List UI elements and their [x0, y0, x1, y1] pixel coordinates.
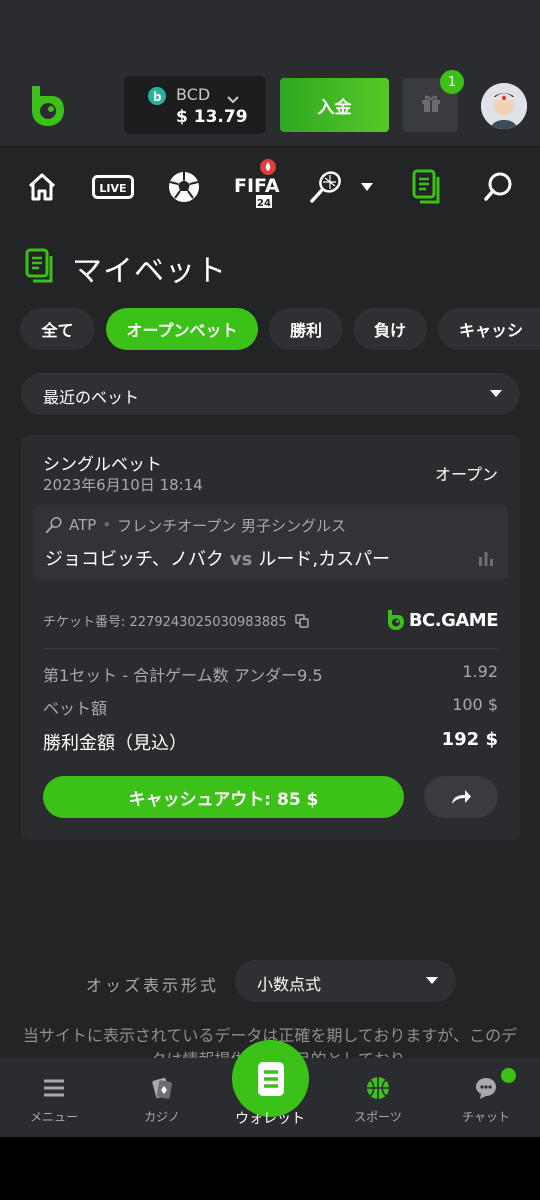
- chat-notification-dot: [501, 1068, 516, 1083]
- tennis-icon[interactable]: [306, 167, 346, 207]
- status-bar: [0, 0, 540, 66]
- menu-icon: [42, 1076, 66, 1100]
- wallet-balance: $ 13.79: [176, 107, 248, 127]
- home-team: ジョコビッチ、ノバク: [45, 549, 224, 570]
- coin-name: BCD: [176, 85, 211, 104]
- filter-all[interactable]: 全て: [20, 308, 95, 350]
- ticket-number-row: チケット番号: 2279243025030983885: [43, 611, 309, 630]
- odds-format-select[interactable]: 小数点式: [235, 960, 456, 1002]
- copy-icon[interactable]: [294, 613, 309, 628]
- bet-type: シングルベット: [43, 455, 162, 475]
- nav-wallet-label: ウォレット: [235, 1111, 305, 1127]
- nav-menu-label: メニュー: [29, 1110, 78, 1124]
- sport-name: ATP: [69, 516, 97, 534]
- gift-count-badge: 1: [440, 70, 464, 94]
- divider: [43, 648, 498, 649]
- payout-label: 勝利金額（見込）: [43, 733, 187, 754]
- soccer-icon[interactable]: [164, 167, 204, 207]
- bet-card: シングルベット 2023年6月10日 18:14 オープン ATP • フレンチ…: [21, 435, 520, 840]
- away-team: ルード,カスパー: [258, 549, 391, 570]
- nav-casino-label: カジノ: [144, 1110, 180, 1124]
- caret-down-icon: [426, 977, 438, 984]
- top-bar: b BCD $ 13.79 入金 1: [0, 66, 540, 146]
- bet-status: オープン: [434, 465, 498, 484]
- stake-label: ベット額: [43, 699, 108, 718]
- nav-sports[interactable]: スポーツ: [324, 1058, 432, 1137]
- bet-sort-dropdown[interactable]: 最近のベット: [21, 373, 520, 415]
- nav-sports-label: スポーツ: [354, 1110, 402, 1124]
- wallet-balance-selector[interactable]: b BCD $ 13.79: [124, 76, 266, 134]
- bets-icon[interactable]: [408, 167, 448, 207]
- basketball-icon: [366, 1076, 390, 1100]
- brand-text: BC.GAME: [408, 609, 499, 631]
- sport-nav: LIVE FIFA 24: [0, 146, 540, 230]
- page-title: マイベット: [72, 254, 227, 289]
- bet-date: 2023年6月10日 18:14: [43, 476, 203, 494]
- bet-filter-tabs: 全て オープンベット 勝利 負け キャッシ: [20, 308, 540, 350]
- chat-icon: [474, 1076, 498, 1100]
- gift-icon: [419, 91, 443, 119]
- fifa-sub: 24: [257, 198, 271, 209]
- live-icon[interactable]: LIVE: [92, 167, 134, 207]
- search-icon[interactable]: [479, 167, 519, 207]
- filter-lost[interactable]: 負け: [353, 308, 427, 350]
- filter-won[interactable]: 勝利: [269, 308, 343, 350]
- filter-cashout[interactable]: キャッシ: [438, 308, 540, 350]
- avatar[interactable]: [481, 83, 527, 129]
- dropdown-value: 最近のベット: [43, 388, 140, 407]
- home-icon[interactable]: [22, 167, 62, 207]
- wallet-button[interactable]: [232, 1040, 309, 1117]
- nav-casino[interactable]: カジノ: [108, 1058, 216, 1137]
- bcd-coin-icon: b: [148, 87, 166, 105]
- bc-logo-icon: [385, 608, 405, 632]
- stats-icon[interactable]: [478, 551, 494, 566]
- bc-logo-icon[interactable]: [26, 84, 66, 128]
- match-title: ジョコビッチ、ノバク vs ルード,カスパー: [45, 545, 390, 571]
- live-label: LIVE: [99, 182, 126, 195]
- odds-value: 1.92: [462, 662, 498, 681]
- casino-cards-icon: [150, 1076, 174, 1100]
- deposit-button[interactable]: 入金: [280, 78, 389, 132]
- tennis-icon: [45, 516, 63, 534]
- league-row: ATP • フレンチオープン 男子シングルス: [45, 515, 346, 535]
- wallet-icon: [255, 1060, 287, 1098]
- cashout-button[interactable]: キャッシュアウト: 85 $: [43, 776, 404, 818]
- caret-down-icon: [490, 390, 502, 397]
- odds-format-value: 小数点式: [257, 975, 322, 994]
- stake-row: ベット額 100 $: [43, 695, 498, 719]
- svg-text:b: b: [153, 90, 162, 104]
- vs-label: vs: [229, 549, 253, 570]
- fifa-label: FIFA: [234, 175, 280, 197]
- nav-chat-label: チャット: [462, 1110, 510, 1124]
- separator-dot: •: [102, 516, 112, 534]
- app-screen: b BCD $ 13.79 入金 1 LIVE FIFA 24 マイベット 全て…: [0, 0, 540, 1137]
- league-name: フレンチオープン 男子シングルス: [117, 516, 347, 535]
- filter-open-bets[interactable]: オープンベット: [106, 308, 258, 350]
- share-arrow-icon: [450, 788, 472, 806]
- share-button[interactable]: [424, 776, 498, 818]
- ticket-number: チケット番号: 2279243025030983885: [43, 615, 287, 630]
- sports-more-chevron-icon[interactable]: [356, 167, 378, 207]
- payout-row: 勝利金額（見込） 192 $: [43, 729, 498, 755]
- chevron-down-icon: [226, 90, 240, 104]
- nav-menu[interactable]: メニュー: [0, 1058, 108, 1137]
- market-label: 第1セット - 合計ゲーム数 アンダー9.5: [43, 666, 323, 685]
- match-info[interactable]: ATP • フレンチオープン 男子シングルス ジョコビッチ、ノバク vs ルード,カ…: [33, 505, 508, 579]
- market-row: 第1セット - 合計ゲーム数 アンダー9.5 1.92: [43, 662, 498, 686]
- page-header: マイベット: [24, 248, 227, 289]
- bc-game-brand: BC.GAME: [385, 606, 499, 634]
- fifa-icon[interactable]: FIFA 24: [232, 159, 280, 209]
- bets-icon: [24, 248, 58, 288]
- odds-format-label: オッズ表示形式: [86, 976, 220, 995]
- nav-chat[interactable]: チャット: [432, 1058, 540, 1137]
- stake-value: 100 $: [452, 695, 498, 714]
- payout-value: 192 $: [441, 729, 498, 750]
